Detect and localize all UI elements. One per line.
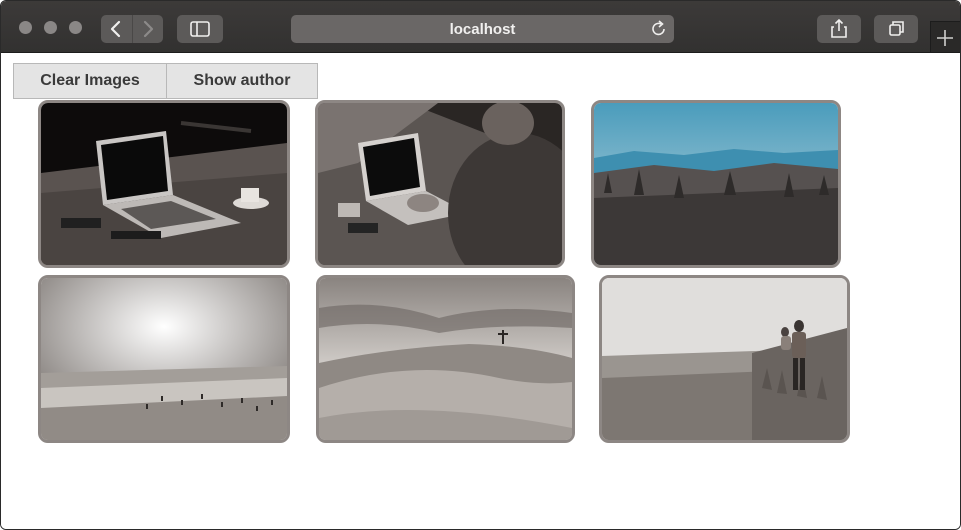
plus-icon	[937, 30, 953, 46]
address-bar[interactable]: localhost	[291, 15, 674, 43]
show-author-button[interactable]: Show author	[167, 63, 318, 99]
gallery-image-father-child[interactable]	[599, 275, 850, 443]
close-window-icon[interactable]	[19, 21, 32, 34]
nav-buttons	[101, 15, 163, 43]
forward-button[interactable]	[132, 15, 163, 43]
gallery-image-beach[interactable]	[38, 275, 290, 443]
gallery-image-person-typing[interactable]	[315, 100, 565, 268]
tabs-overview-button[interactable]	[874, 15, 918, 43]
share-icon	[831, 18, 847, 38]
chevron-left-icon	[110, 20, 121, 38]
share-button[interactable]	[817, 15, 861, 43]
gallery-image-dunes[interactable]	[316, 275, 575, 443]
browser-window: localhost Clear Images Show author	[0, 0, 961, 530]
clear-images-button[interactable]: Clear Images	[13, 63, 167, 99]
browser-titlebar: localhost	[1, 1, 960, 53]
page-content: Clear Images Show author	[1, 53, 960, 529]
zoom-window-icon[interactable]	[69, 21, 82, 34]
chevron-right-icon	[143, 20, 154, 38]
reload-icon	[652, 20, 665, 36]
sidebar-icon	[190, 21, 210, 37]
reload-button[interactable]	[650, 19, 668, 44]
url-text: localhost	[449, 21, 516, 38]
gallery-image-laptop-desk[interactable]	[38, 100, 290, 268]
sidebar-button[interactable]	[177, 15, 223, 43]
back-button[interactable]	[101, 15, 132, 43]
new-tab-button[interactable]	[930, 21, 960, 52]
gallery-image-hills[interactable]	[591, 100, 841, 268]
minimize-window-icon[interactable]	[44, 21, 57, 34]
image-toolbar: Clear Images Show author	[13, 63, 318, 99]
tabs-icon	[889, 21, 904, 36]
